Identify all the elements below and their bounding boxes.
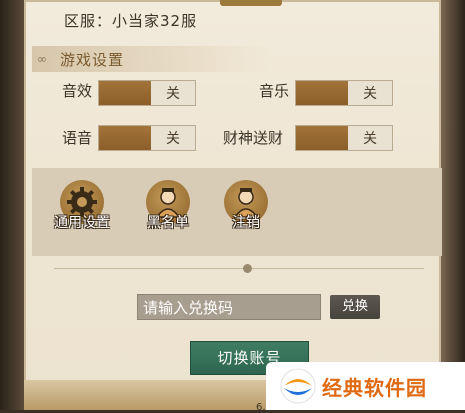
toggle-knob xyxy=(99,126,151,150)
watermark-text: 经典软件园 xyxy=(322,375,427,400)
divider-ornament-icon xyxy=(243,264,252,273)
divider xyxy=(54,268,424,269)
section-title: 游戏设置 xyxy=(60,51,125,69)
setting-label-voice: 语音 xyxy=(62,129,93,147)
toggle-state: 关 xyxy=(363,86,377,102)
setting-label-wealth-god: 财神送财 xyxy=(223,129,284,147)
blacklist-button[interactable]: 黑名单 xyxy=(128,168,208,256)
toggle-knob xyxy=(296,126,348,150)
watermark-logo-icon xyxy=(280,368,316,404)
settings-panel: 区服：小当家32服 ∞ 游戏设置 音效 关 音乐 关 语音 关 财神送财 关 通… xyxy=(24,0,442,413)
setting-label-music: 音乐 xyxy=(259,82,290,100)
toggle-state: 关 xyxy=(166,86,180,102)
wealth-god-toggle[interactable]: 关 xyxy=(295,125,393,151)
redeem-button[interactable]: 兑换 xyxy=(330,295,380,319)
shortcut-area: 通用设置 黑名单 注销 xyxy=(32,168,442,256)
redeem-code-input[interactable]: 请输入兑换码 xyxy=(137,294,321,320)
music-toggle[interactable]: 关 xyxy=(295,80,393,106)
toggle-state: 关 xyxy=(166,131,180,147)
top-decoration xyxy=(220,0,282,6)
toggle-knob xyxy=(99,81,151,105)
shortcut-label: 通用设置 xyxy=(54,215,110,231)
toggle-knob xyxy=(296,81,348,105)
shortcut-label: 黑名单 xyxy=(147,215,189,231)
sound-effects-toggle[interactable]: 关 xyxy=(98,80,196,106)
general-settings-button[interactable]: 通用设置 xyxy=(42,168,122,256)
logout-button[interactable]: 注销 xyxy=(206,168,286,256)
setting-label-sound-effects: 音效 xyxy=(62,82,93,100)
ornament-icon: ∞ xyxy=(37,52,47,66)
watermark: 经典软件园 xyxy=(266,362,465,410)
toggle-state: 关 xyxy=(363,131,377,147)
server-label: 区服：小当家32服 xyxy=(64,12,198,30)
section-header-game-settings: ∞ 游戏设置 xyxy=(32,46,270,72)
voice-toggle[interactable]: 关 xyxy=(98,125,196,151)
shortcut-label: 注销 xyxy=(232,215,260,231)
